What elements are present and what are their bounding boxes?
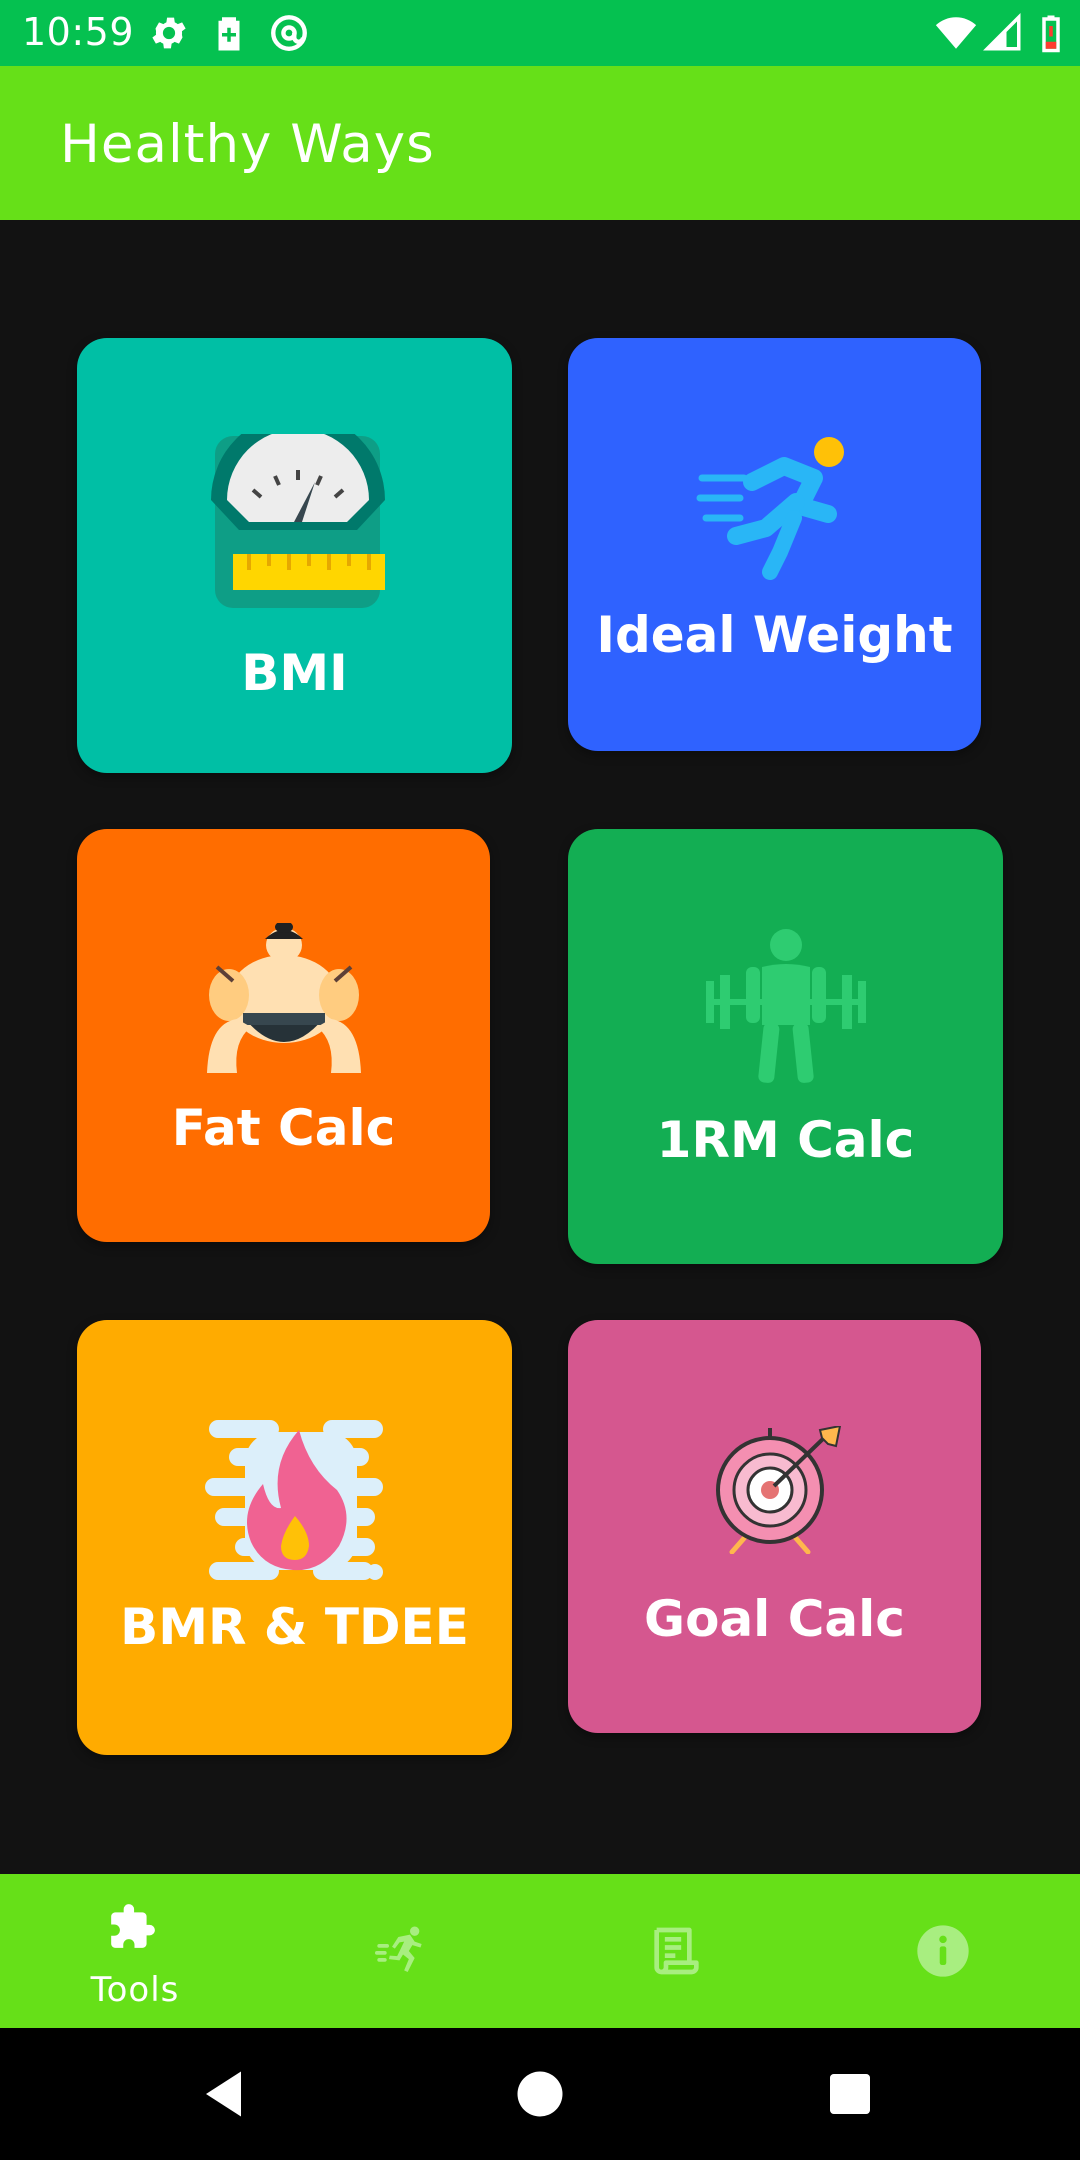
bmi-card[interactable]: BMI (77, 338, 512, 773)
puzzle-icon (111, 1904, 155, 1948)
bmr-tdee-card[interactable]: BMR & TDEE (77, 1320, 512, 1755)
nav-label-tools: Tools (90, 1970, 180, 2010)
1rm-calc-card[interactable]: 1RM Calc (568, 829, 1003, 1264)
weight-scale-icon (211, 434, 385, 608)
battery-low-icon (1042, 15, 1060, 53)
nav-item-notes[interactable] (540, 1874, 810, 2028)
home-button[interactable] (510, 2064, 570, 2124)
app-title: Healthy Ways (60, 114, 435, 175)
info-icon (917, 1925, 969, 1977)
ideal-weight-card[interactable]: Ideal Weight (568, 338, 981, 751)
at-sign-icon (271, 15, 307, 51)
nav-item-tools[interactable]: Tools (0, 1874, 270, 2028)
running-man-icon (375, 1926, 422, 1972)
ideal-weight-label: Ideal Weight (596, 606, 953, 664)
target-icon (716, 1426, 842, 1554)
document-icon (654, 1927, 699, 1975)
fat-calc-label: Fat Calc (171, 1099, 396, 1157)
wifi-icon (935, 17, 977, 49)
settings-icon (152, 17, 186, 49)
weightlifter-icon (706, 929, 866, 1083)
bmr-tdee-label: BMR & TDEE (120, 1598, 469, 1656)
app-bar: Healthy Ways (0, 66, 1080, 220)
nav-item-workouts[interactable] (270, 1874, 540, 2028)
goal-calc-card[interactable]: Goal Calc (568, 1320, 981, 1733)
bmi-label: BMI (241, 644, 348, 702)
status-bar: 10:59 (0, 0, 1080, 66)
status-time: 10:59 (22, 10, 135, 54)
fat-calc-card[interactable]: Fat Calc (77, 829, 490, 1242)
bottom-navigation: Tools (0, 1874, 1080, 2028)
cell-signal-icon (983, 13, 1021, 51)
runner-icon (696, 437, 844, 580)
system-navigation-bar (0, 2028, 1080, 2160)
sumo-wrestler-icon (207, 923, 361, 1073)
battery-saver-icon (218, 17, 240, 51)
goal-calc-label: Goal Calc (644, 1590, 905, 1648)
nav-item-info[interactable] (810, 1874, 1080, 2028)
1rm-calc-label: 1RM Calc (656, 1111, 915, 1169)
recents-button[interactable] (820, 2064, 880, 2124)
fire-icon (205, 1420, 383, 1580)
back-button[interactable] (196, 2064, 256, 2124)
